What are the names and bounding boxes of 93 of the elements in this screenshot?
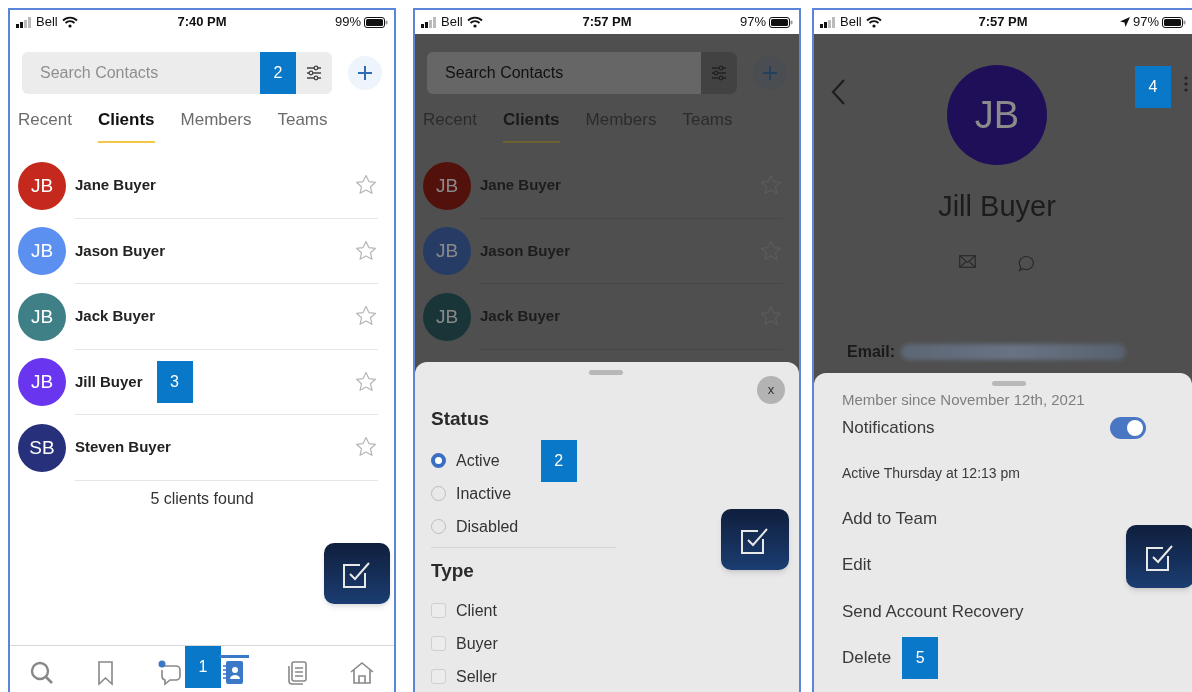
wifi-icon — [61, 16, 78, 28]
radio-button[interactable] — [431, 519, 446, 534]
carrier-name: Bell — [36, 13, 58, 32]
step-number-badge: 5 — [902, 636, 939, 679]
mail-icon[interactable] — [959, 254, 976, 268]
wifi-icon — [865, 16, 882, 28]
avatar: JB — [18, 161, 66, 210]
battery-percent: 97% — [1132, 13, 1159, 32]
avatar: JB — [423, 292, 471, 341]
filter-sliders-icon[interactable] — [711, 65, 727, 81]
checkbox[interactable] — [431, 603, 446, 618]
avatar: JB — [18, 227, 66, 276]
carrier-name: Bell — [840, 13, 862, 32]
menu-item[interactable]: Send Account Recovery — [842, 598, 1024, 624]
step-number-badge: 3 — [156, 360, 193, 403]
battery-icon — [1162, 16, 1186, 28]
tab[interactable]: Members — [180, 108, 252, 143]
menu-item[interactable]: Add to Team — [842, 505, 938, 531]
battery-percent: 97% — [739, 13, 766, 32]
task-button[interactable] — [721, 509, 789, 570]
section-heading: Status — [431, 407, 491, 431]
last-active-text: Active Thursday at 12:13 pm — [842, 464, 1021, 483]
signal-icon — [16, 16, 32, 28]
checkbox[interactable] — [431, 636, 446, 651]
avatar: JB — [18, 358, 66, 407]
contact-row[interactable]: SB Steven Buyer — [10, 415, 394, 481]
search-icon — [29, 659, 55, 686]
tab[interactable]: Teams — [277, 108, 328, 143]
avatar: SB — [18, 423, 66, 472]
step-number-badge: 2 — [540, 439, 577, 482]
carrier-name: Bell — [441, 13, 463, 32]
contact-name: Jack Buyer — [75, 306, 156, 326]
contact-name: Jill Buyer — [75, 371, 143, 392]
contact-name: Jason Buyer — [75, 240, 166, 261]
contact-row[interactable]: JB Jason Buyer — [10, 218, 394, 284]
setting-label: Notifications — [842, 417, 936, 440]
step-number-badge: 4 — [1135, 66, 1171, 108]
signal-icon — [820, 16, 836, 28]
more-options-icon[interactable] — [1184, 76, 1188, 92]
avatar: JB — [423, 161, 471, 210]
avatar: JB — [423, 227, 471, 276]
contact-row[interactable]: JB Jill Buyer 3 — [10, 349, 394, 415]
task-button[interactable] — [324, 543, 390, 604]
contact-name: Jane Buyer — [75, 175, 156, 195]
tab[interactable]: Recent — [18, 108, 72, 143]
sheet-handle[interactable] — [992, 381, 1026, 386]
status-time: 7:57 PM — [978, 13, 1028, 32]
battery-percent: 99% — [334, 13, 361, 32]
star-icon[interactable] — [354, 238, 378, 263]
option-label: Inactive — [456, 483, 512, 504]
section-heading: Type — [431, 559, 475, 583]
chat-bubble-icon[interactable] — [1018, 254, 1035, 272]
result-count: 5 clients found — [149, 488, 255, 509]
avatar: JB — [18, 292, 66, 341]
back-chevron-icon[interactable] — [830, 78, 846, 106]
search-bar[interactable]: Search Contacts 2 — [22, 52, 332, 94]
step-number-badge: 1 — [185, 646, 221, 688]
contact-row[interactable]: JB Jack Buyer — [10, 284, 394, 350]
filter-sliders-icon[interactable] — [306, 65, 322, 81]
option-label: Disabled — [456, 516, 519, 537]
search-field[interactable]: Search Contacts — [22, 52, 260, 94]
menu-item[interactable]: Edit — [842, 552, 872, 578]
chat-bubble-icon — [157, 659, 183, 686]
option-label: Client — [456, 600, 497, 621]
wifi-icon — [466, 16, 483, 28]
option-label: Active — [456, 450, 500, 471]
radio-button[interactable] — [431, 486, 446, 501]
battery-icon — [364, 16, 388, 28]
plus-icon — [762, 65, 778, 81]
close-button[interactable]: x — [757, 376, 785, 404]
contact-row[interactable]: JB Jane Buyer — [10, 153, 394, 219]
member-since-text: Member since November 12th, 2021 — [842, 390, 1086, 410]
signal-icon — [421, 16, 437, 28]
checkbox[interactable] — [431, 669, 446, 684]
option-label: Buyer — [456, 633, 498, 654]
status-time: 7:57 PM — [582, 13, 632, 32]
nav-tab[interactable] — [219, 655, 249, 687]
sheet-handle[interactable] — [589, 370, 623, 375]
home-icon — [349, 659, 375, 686]
contact-name: Steven Buyer — [75, 437, 171, 457]
menu-item[interactable]: Delete — [842, 645, 892, 671]
tab[interactable]: Clients — [97, 108, 155, 143]
battery-icon — [769, 16, 793, 28]
option-label: Seller — [456, 666, 497, 687]
toggle-switch[interactable] — [1110, 417, 1146, 439]
star-icon[interactable] — [354, 369, 378, 394]
status-time: 7:40 PM — [177, 13, 227, 32]
step-number-badge: 2 — [260, 52, 296, 94]
add-contact-button[interactable] — [348, 56, 382, 90]
plus-icon — [357, 65, 373, 81]
avatar: JB — [947, 65, 1047, 165]
radio-button[interactable] — [431, 453, 446, 468]
task-button[interactable] — [1126, 525, 1192, 588]
